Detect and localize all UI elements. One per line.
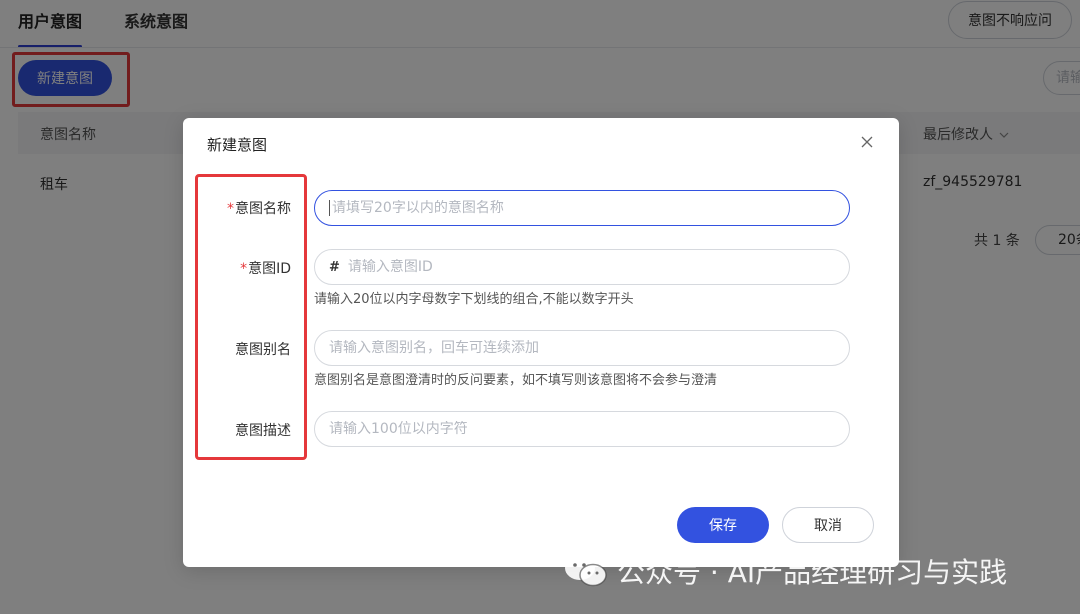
required-mark: * <box>227 201 234 217</box>
intent-id-label-text: 意图ID <box>248 261 291 277</box>
watermark: 公众号 · AI产品经理研习与实践 <box>563 553 1007 589</box>
intent-alias-label: 意图别名 <box>235 342 291 358</box>
intent-alias-hint: 意图别名是意图澄清时的反问要素，如不填写则该意图将不会参与澄清 <box>314 373 718 388</box>
intent-description-field[interactable] <box>314 411 850 447</box>
cancel-button-label: 取消 <box>814 518 842 534</box>
intent-alias-field[interactable] <box>314 330 850 366</box>
hash-prefix: # <box>329 259 340 275</box>
text-caret <box>329 200 330 216</box>
dialog-title: 新建意图 <box>207 136 268 154</box>
save-button-label: 保存 <box>709 518 737 534</box>
intent-name-field[interactable] <box>314 190 850 226</box>
wechat-icon <box>565 556 607 587</box>
close-icon <box>861 136 873 148</box>
intent-id-hint: 请输入20位以内字母数字下划线的组合,不能以数字开头 <box>314 292 634 307</box>
intent-description-input[interactable] <box>329 421 835 437</box>
new-intent-dialog: 新建意图 *意图名称 *意图ID # 请输入20位以内字母数字下划线的组合,不能… <box>183 118 899 567</box>
intent-name-input[interactable] <box>332 200 835 216</box>
required-mark: * <box>240 261 248 277</box>
intent-name-label-text: 意图名称 <box>235 201 291 217</box>
intent-id-input[interactable] <box>347 259 835 275</box>
watermark-text: 公众号 · AI产品经理研习与实践 <box>617 556 1008 589</box>
intent-alias-input[interactable] <box>329 340 835 356</box>
save-button[interactable]: 保存 <box>677 507 769 543</box>
intent-id-label: *意图ID <box>183 258 291 278</box>
intent-description-label: 意图描述 <box>235 423 291 439</box>
close-button[interactable] <box>856 131 878 153</box>
intent-name-label: *意图名称 <box>183 198 291 218</box>
cancel-button[interactable]: 取消 <box>782 507 874 543</box>
intent-id-field[interactable]: # <box>314 249 850 285</box>
